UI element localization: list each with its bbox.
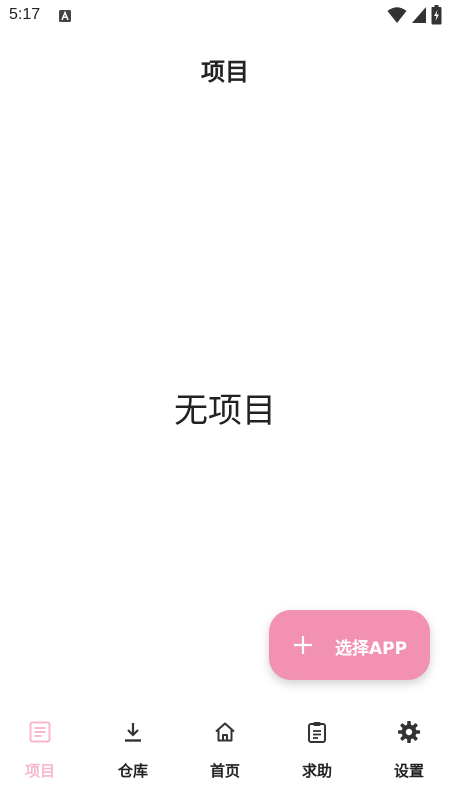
- clipboard-icon: [308, 722, 326, 743]
- gear-icon: [398, 721, 420, 743]
- nav-item-help[interactable]: 求助: [272, 708, 362, 800]
- nav-label-home: 首页: [209, 762, 240, 780]
- nav-item-projects[interactable]: 项目: [0, 708, 85, 800]
- status-icons: [387, 5, 442, 25]
- empty-state-text: 无项目: [174, 391, 276, 431]
- select-app-label: 选择APP: [335, 639, 408, 659]
- signal-icon: [412, 7, 426, 23]
- battery-icon: [431, 5, 442, 25]
- download-icon: [125, 723, 141, 742]
- nav-item-settings[interactable]: 设置: [364, 708, 450, 800]
- select-app-button[interactable]: 选择APP: [269, 610, 430, 680]
- nav-label-help: 求助: [301, 762, 332, 780]
- nav-item-repository[interactable]: 仓库: [88, 708, 178, 800]
- status-bar: 5:17: [0, 0, 450, 32]
- status-time: 5:17: [9, 6, 41, 23]
- app-notification-icon: [59, 10, 71, 22]
- list-icon: [29, 721, 51, 743]
- home-icon: [215, 722, 235, 742]
- wifi-icon: [387, 7, 407, 23]
- nav-label-repository: 仓库: [117, 762, 148, 780]
- nav-label-projects: 项目: [24, 762, 55, 780]
- plus-icon: [294, 636, 312, 654]
- nav-label-settings: 设置: [393, 762, 424, 780]
- page-title: 项目: [201, 58, 249, 86]
- nav-item-home[interactable]: 首页: [180, 708, 270, 800]
- bottom-nav: 项目 仓库 首页 求助 设置: [0, 708, 450, 800]
